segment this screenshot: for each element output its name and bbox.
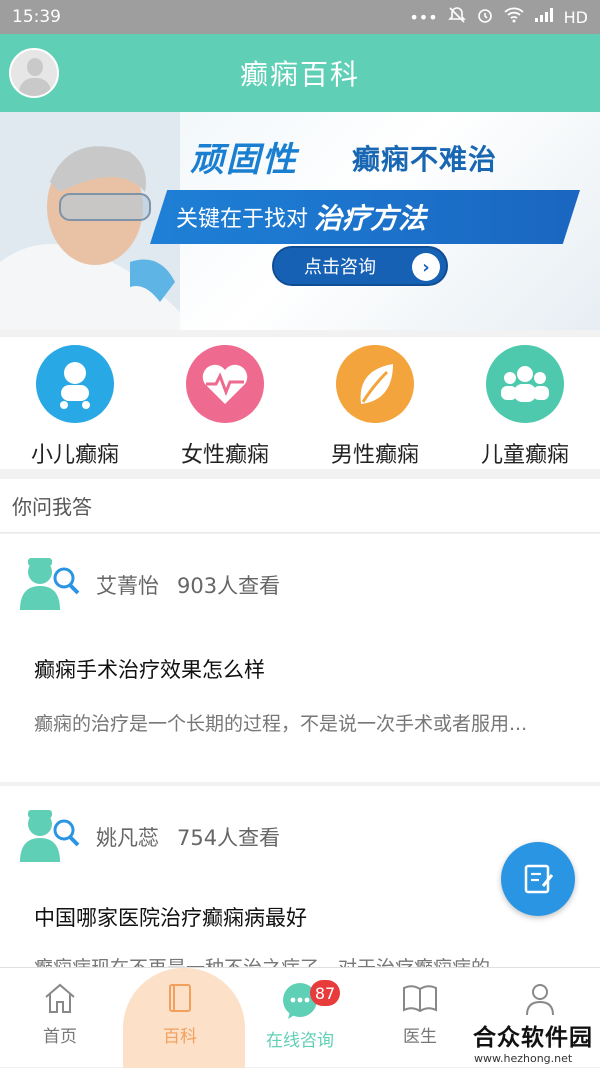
wifi-icon — [504, 7, 524, 27]
mute-icon — [447, 6, 466, 28]
banner-headline-1: 顽固性 — [190, 140, 298, 180]
banner-subline-text: 关键在于找对 — [176, 207, 309, 232]
signal-icon — [534, 7, 554, 27]
consult-button-label: 点击咨询 — [304, 257, 376, 278]
category-label: 儿童癫痫 — [480, 443, 569, 468]
user-avatar[interactable] — [9, 48, 59, 98]
question-summary: 癫痫病现在不再是一种不治之症了，对于治疗癫痫病的 — [0, 932, 600, 967]
banner-subline: 关键在于找对 治疗方法 — [150, 190, 580, 244]
edit-icon — [524, 864, 554, 894]
question-author: 艾菁怡 — [96, 574, 159, 598]
compose-question-button[interactable] — [501, 842, 575, 916]
tab-label: 百科 — [163, 1027, 197, 1047]
status-icons: ••• HD — [409, 6, 588, 28]
question-card[interactable]: 艾菁怡 903人查看 癫痫手术治疗效果怎么样 癫痫的治疗是一个长期的过程，不是说… — [0, 534, 600, 782]
question-author: 姚凡蕊 — [96, 826, 159, 850]
category-child[interactable]: 小儿癫痫 — [0, 337, 150, 469]
consult-button[interactable]: 点击咨询 › — [272, 246, 448, 286]
question-title[interactable]: 癫痫手术治疗效果怎么样 — [0, 614, 600, 684]
question-meta: 艾菁怡 903人查看 — [0, 534, 600, 614]
more-dots-icon: ••• — [409, 7, 438, 27]
group-icon — [486, 345, 564, 423]
watermark-url: www.hezhong.net — [474, 1052, 573, 1065]
tab-label: 在线咨询 — [266, 1031, 334, 1051]
banner-subline-highlight: 治疗方法 — [314, 202, 427, 235]
message-count-badge: 87 — [310, 980, 340, 1006]
tab-label: 医生 — [403, 1027, 437, 1047]
leaf-icon — [336, 345, 414, 423]
app-header: 癫痫百科 — [0, 34, 600, 112]
category-label: 男性癫痫 — [330, 443, 419, 468]
alarm-icon — [476, 6, 494, 28]
status-time: 15:39 — [12, 7, 61, 27]
category-grid: 小儿癫痫 女性癫痫 男性癫痫 儿童癫痫 — [0, 337, 600, 469]
page-title: 癫痫百科 — [239, 58, 360, 91]
category-label: 女性癫痫 — [180, 443, 269, 468]
chevron-right-icon: › — [412, 253, 440, 281]
question-summary: 癫痫的治疗是一个长期的过程，不是说一次手术或者服用... — [34, 713, 528, 735]
category-label: 小儿癫痫 — [30, 443, 119, 468]
tab-online-consult[interactable]: 87 在线咨询 — [240, 968, 360, 1067]
person-icon — [526, 984, 554, 1016]
promo-banner[interactable]: 顽固性 癫痫不难治 关键在于找对 治疗方法 点击咨询 › — [0, 112, 600, 330]
category-female[interactable]: 女性癫痫 — [150, 337, 300, 469]
home-icon — [45, 983, 75, 1013]
book-icon — [169, 984, 191, 1012]
section-title: 你问我答 — [0, 479, 600, 533]
baby-icon — [36, 345, 114, 423]
category-male[interactable]: 男性癫痫 — [300, 337, 450, 469]
watermark-title: 合众软件园 — [473, 1025, 593, 1051]
tab-home[interactable]: 首页 — [0, 968, 120, 1067]
tab-label: 首页 — [43, 1027, 77, 1047]
question-views: 754人查看 — [177, 826, 281, 850]
question-views: 903人查看 — [177, 574, 281, 598]
status-bar: 15:39 ••• HD — [0, 0, 600, 34]
banner-headline-2: 癫痫不难治 — [352, 143, 498, 176]
heartbeat-icon — [186, 345, 264, 423]
doctor-image — [0, 112, 180, 330]
doctor-avatar-icon — [18, 808, 82, 866]
category-kids[interactable]: 儿童癫痫 — [450, 337, 600, 469]
network-type: HD — [563, 7, 588, 27]
doctor-avatar-icon — [18, 556, 82, 614]
watermark: 合众软件园 www.hezhong.net — [470, 1018, 600, 1067]
tab-doctor[interactable]: 医生 — [360, 968, 480, 1067]
open-book-icon — [403, 985, 437, 1013]
tab-encyclopedia[interactable]: 百科 — [120, 968, 240, 1067]
